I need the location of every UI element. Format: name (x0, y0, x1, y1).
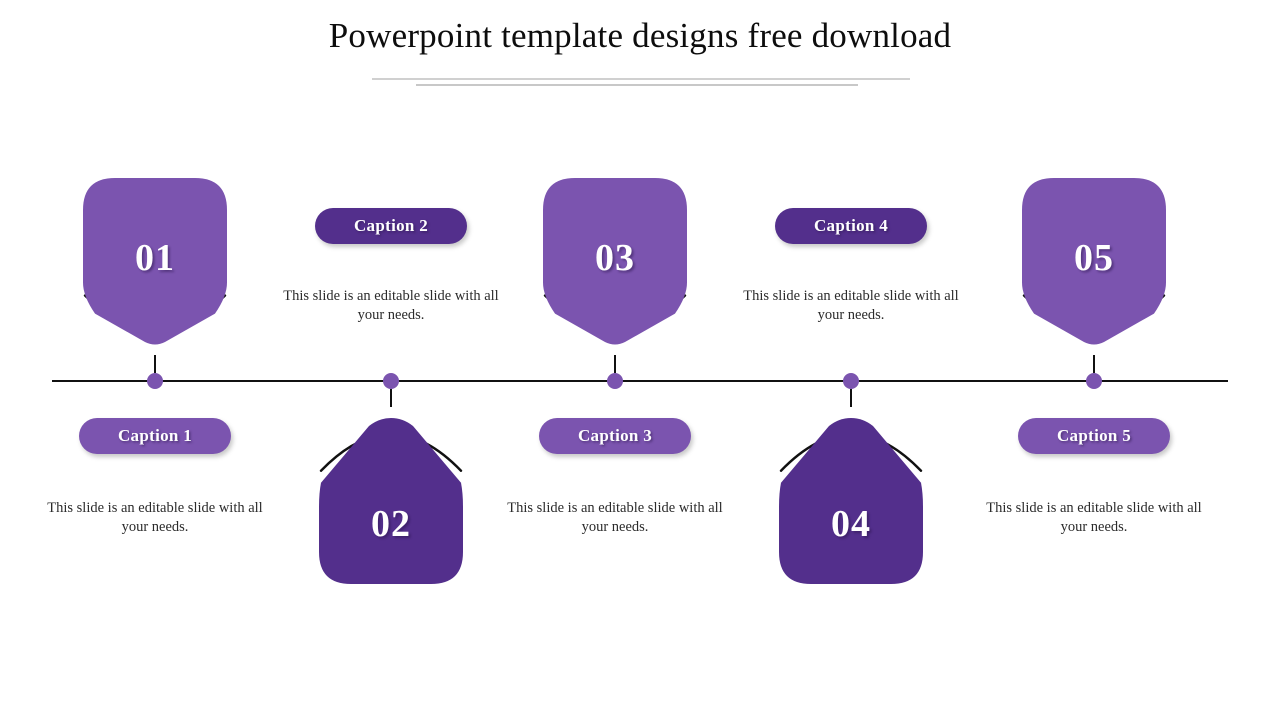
title-divider-line-bottom (416, 84, 858, 86)
caption-label: Caption 4 (813, 216, 889, 235)
caption-label: Caption 2 (353, 216, 429, 235)
timeline-dot[interactable] (1086, 373, 1102, 389)
timeline-dot[interactable] (147, 373, 163, 389)
timeline-axis (52, 380, 1228, 382)
milestone-description: This slide is an editable slide with all… (743, 288, 959, 323)
caption-pill-4[interactable]: Caption 4 (775, 208, 927, 244)
caption-pill-3[interactable]: Caption 3 (539, 418, 691, 454)
milestone-shape-05[interactable]: 05 (1020, 176, 1168, 348)
milestone-stem (390, 389, 392, 407)
caption-label: Caption 1 (117, 426, 193, 445)
timeline-dot[interactable] (607, 373, 623, 389)
page-title-text: Powerpoint template designs free downloa… (328, 16, 952, 55)
milestone-shape-01[interactable]: 01 (81, 176, 229, 348)
caption-pill-2[interactable]: Caption 2 (315, 208, 467, 244)
caption-pill-5[interactable]: Caption 5 (1018, 418, 1170, 454)
milestone-description: This slide is an editable slide with all… (507, 500, 723, 535)
milestone-description: This slide is an editable slide with all… (986, 500, 1202, 535)
caption-label: Caption 5 (1056, 426, 1132, 445)
milestone-shape-04[interactable]: 04 (777, 414, 925, 586)
slide-canvas: Powerpoint template designs free downloa… (0, 0, 1280, 720)
milestone-stem (614, 355, 616, 373)
page-title: Powerpoint template designs free downloa… (0, 16, 1280, 56)
title-divider-line-top (372, 78, 910, 80)
milestone-shape-02[interactable]: 02 (317, 414, 465, 586)
caption-label: Caption 3 (577, 426, 653, 445)
title-divider (0, 74, 1280, 90)
caption-pill-1[interactable]: Caption 1 (79, 418, 231, 454)
milestone-description: This slide is an editable slide with all… (283, 288, 499, 323)
milestone-stem (154, 355, 156, 373)
timeline-dot[interactable] (383, 373, 399, 389)
timeline-dot[interactable] (843, 373, 859, 389)
milestone-stem (1093, 355, 1095, 373)
milestone-shape-03[interactable]: 03 (541, 176, 689, 348)
milestone-stem (850, 389, 852, 407)
milestone-description: This slide is an editable slide with all… (47, 500, 263, 535)
